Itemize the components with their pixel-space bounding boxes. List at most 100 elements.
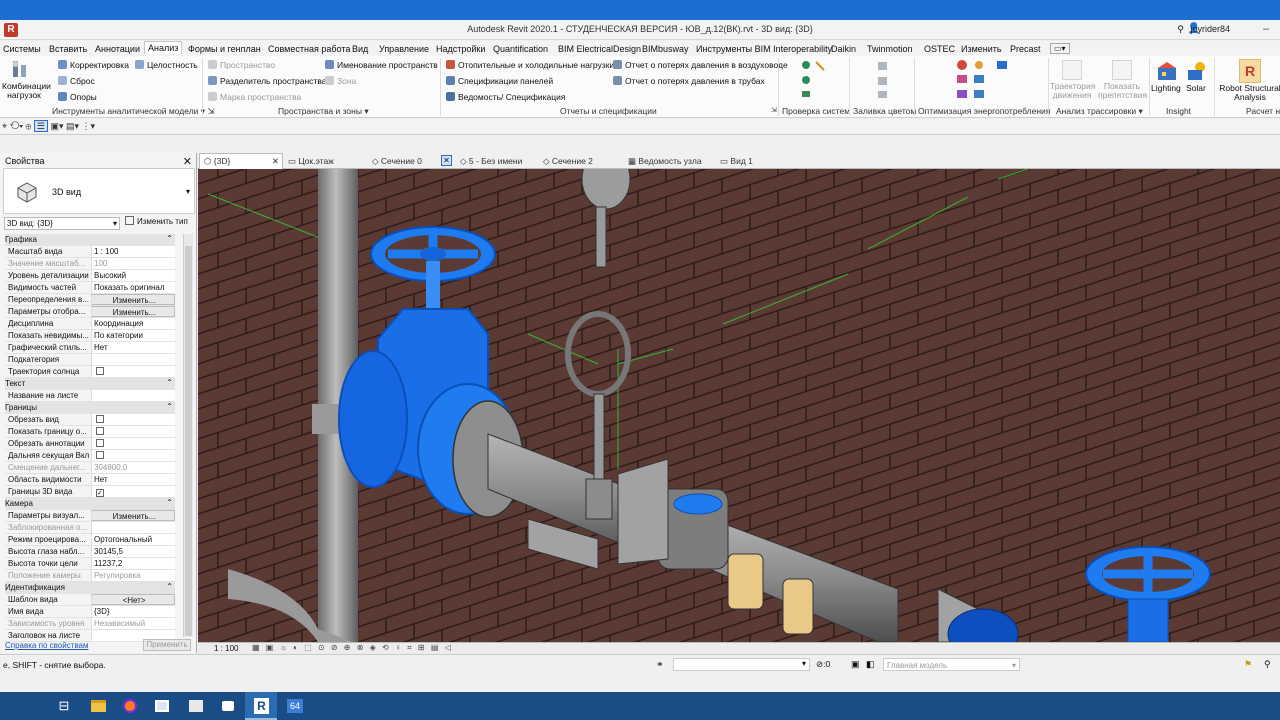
property-row[interactable]: Дисциплина Координация — [5, 318, 175, 330]
property-value[interactable]: 304800,0 — [91, 462, 175, 473]
property-row[interactable]: Высота глаза набл... 30145,5 — [5, 546, 175, 558]
property-row[interactable]: Имя вида {3D} — [5, 606, 175, 618]
app-icon-2[interactable] — [180, 692, 212, 720]
schedule-button[interactable]: Ведомость/ Спецификация — [446, 92, 565, 102]
load-combination-button[interactable]: Комбинации нагрузок — [2, 82, 51, 100]
property-value[interactable]: Ортогональный — [91, 534, 175, 545]
workset-dropdown[interactable]: ▾ — [673, 658, 810, 671]
solar-button[interactable]: Solar — [1186, 83, 1206, 93]
tab-addins[interactable]: Надстройки — [436, 44, 485, 54]
property-value[interactable]: 11237,2 — [91, 558, 175, 569]
property-row[interactable]: Смещение дальнег... 304800,0 — [5, 462, 175, 474]
checkbox[interactable] — [96, 451, 104, 459]
property-row[interactable]: Зависимость уровня Независимый — [5, 618, 175, 630]
property-value[interactable] — [91, 522, 175, 533]
ribbon-options-icon[interactable]: ▭▾ — [1050, 43, 1070, 54]
energy-tools-icons[interactable] — [955, 59, 1011, 103]
options-bar-icons[interactable]: ⌖ ⟲▾ ⊕ ☰ ▣▾ ▤▾ ⋮▾ — [2, 120, 95, 132]
checkbox[interactable]: ✓ — [96, 489, 104, 497]
tab-node-schedule[interactable]: ▦ Ведомость узла — [628, 156, 702, 167]
property-section[interactable]: Границы ⌃ — [5, 402, 175, 414]
tab-precast[interactable]: Precast — [1010, 44, 1041, 54]
property-row[interactable]: Положение камеры Регулировка — [5, 570, 175, 582]
property-value[interactable]: 30145,5 — [91, 546, 175, 557]
firefox-icon[interactable] — [114, 692, 146, 720]
property-row[interactable]: Область видимости Нет — [5, 474, 175, 486]
selection-count[interactable]: ⊘:0 — [816, 659, 830, 670]
properties-scrollbar[interactable] — [183, 234, 193, 637]
property-value[interactable]: 100 — [91, 258, 175, 269]
group-reports-expander[interactable]: ⇲ — [771, 106, 777, 114]
property-value[interactable] — [91, 438, 175, 449]
check-systems-icons[interactable] — [800, 60, 830, 100]
tab-bim-electrical[interactable]: BIM ElectricalDesign — [558, 44, 641, 54]
duct-loss-report-button[interactable]: Отчет о потерях давления в воздуховоде — [613, 60, 788, 70]
worksets-icon[interactable]: ⚭ — [656, 659, 664, 670]
property-row[interactable]: Подкатегория — [5, 354, 175, 366]
properties-help-link[interactable]: Справка по свойствам — [5, 641, 88, 650]
property-section[interactable]: Текст ⌃ — [5, 378, 175, 390]
property-value[interactable]: Независимый — [91, 618, 175, 629]
tab-daikin[interactable]: Daikin — [831, 44, 856, 54]
property-value[interactable] — [91, 414, 175, 425]
tab-annotate[interactable]: Аннотации — [95, 44, 140, 54]
help-search-icon[interactable]: ⚲ — [1177, 24, 1184, 35]
property-row[interactable]: Название на листе — [5, 390, 175, 402]
property-value[interactable]: Высокий — [91, 270, 175, 281]
property-value[interactable] — [91, 366, 175, 377]
tab-manage[interactable]: Управление — [379, 44, 429, 54]
property-row[interactable]: Уровень детализации Высокий — [5, 270, 175, 282]
tab-bimbusway[interactable]: BIMbusway — [642, 44, 689, 54]
property-value[interactable]: По категории — [91, 330, 175, 341]
collapse-icon[interactable]: ⌃ — [166, 402, 173, 411]
apply-button[interactable]: Применить — [143, 639, 191, 651]
property-value[interactable] — [91, 390, 175, 401]
adjust-button[interactable]: Корректировка — [58, 60, 129, 70]
tab-insert[interactable]: Вставить — [49, 44, 87, 54]
space-separator-button[interactable]: Разделитель пространства — [208, 76, 326, 86]
property-value[interactable]: Координация — [91, 318, 175, 329]
task-view-icon[interactable]: ⊟ — [48, 692, 80, 720]
type-selector[interactable]: 3D вид ▾ — [3, 168, 195, 214]
collapse-icon[interactable]: ⌃ — [166, 498, 173, 507]
select-links-icon[interactable]: ⚲ — [1264, 659, 1271, 670]
property-row[interactable]: Масштаб вида 1 : 100 — [5, 246, 175, 258]
group-analytical[interactable]: Инструменты аналитической модели ▾ ⇲ — [52, 106, 215, 117]
view-scale[interactable]: 1 : 100 — [214, 644, 238, 653]
group-route-analysis[interactable]: Анализ трассировки ▾ — [1056, 106, 1143, 117]
property-row[interactable]: Значение масштаб... 100 — [5, 258, 175, 270]
property-section[interactable]: Камера ⌃ — [5, 498, 175, 510]
design-option-dropdown[interactable]: Главная модель ▾ — [883, 658, 1020, 671]
close-icon[interactable]: ✕ — [183, 155, 192, 168]
property-edit-button[interactable]: Изменить... — [91, 510, 175, 521]
property-value[interactable]: Регулировка — [91, 570, 175, 581]
property-value[interactable] — [91, 426, 175, 437]
property-edit-button[interactable]: <Нет> — [91, 594, 175, 605]
collapse-icon[interactable]: ⌃ — [166, 582, 173, 591]
group-calc[interactable]: Расчет н — [1246, 106, 1280, 116]
group-insight[interactable]: Insight — [1166, 106, 1191, 116]
app-64-icon[interactable]: 64 — [279, 692, 311, 720]
tab-quantification[interactable]: Quantification — [493, 44, 548, 54]
tab-basement[interactable]: ▭ Цок.этаж — [288, 156, 334, 167]
checkbox[interactable] — [96, 427, 104, 435]
property-section[interactable]: Идентификация ⌃ — [5, 582, 175, 594]
property-value[interactable]: Нет — [91, 474, 175, 485]
tab-view-1[interactable]: ▭ Вид 1 — [720, 156, 753, 167]
group-spaces[interactable]: Пространства и зоны ▾ — [278, 106, 369, 117]
space-naming-button[interactable]: Именование пространств — [325, 60, 438, 70]
minimize-icon[interactable]: – — [1256, 21, 1276, 37]
group-color-fill[interactable]: Заливка цветом — [853, 106, 916, 116]
color-fill-icons[interactable] — [876, 60, 890, 100]
group-check-systems[interactable]: Проверка систем — [782, 106, 850, 116]
property-row[interactable]: Режим проецирова... Ортогональный — [5, 534, 175, 546]
lighting-button[interactable]: Lighting — [1151, 83, 1181, 93]
tab-3d[interactable]: ⬡ {3D} ✕ — [199, 153, 283, 169]
panel-schedules-button[interactable]: Спецификации панелей — [446, 76, 553, 86]
property-row[interactable]: Обрезать аннотации — [5, 438, 175, 450]
collapse-icon[interactable]: ⌃ — [166, 378, 173, 387]
supports-button[interactable]: Опоры — [58, 92, 97, 102]
property-row[interactable]: Высота точки цели 11237,2 — [5, 558, 175, 570]
checkbox[interactable] — [96, 367, 104, 375]
app-window-icon[interactable] — [146, 692, 178, 720]
